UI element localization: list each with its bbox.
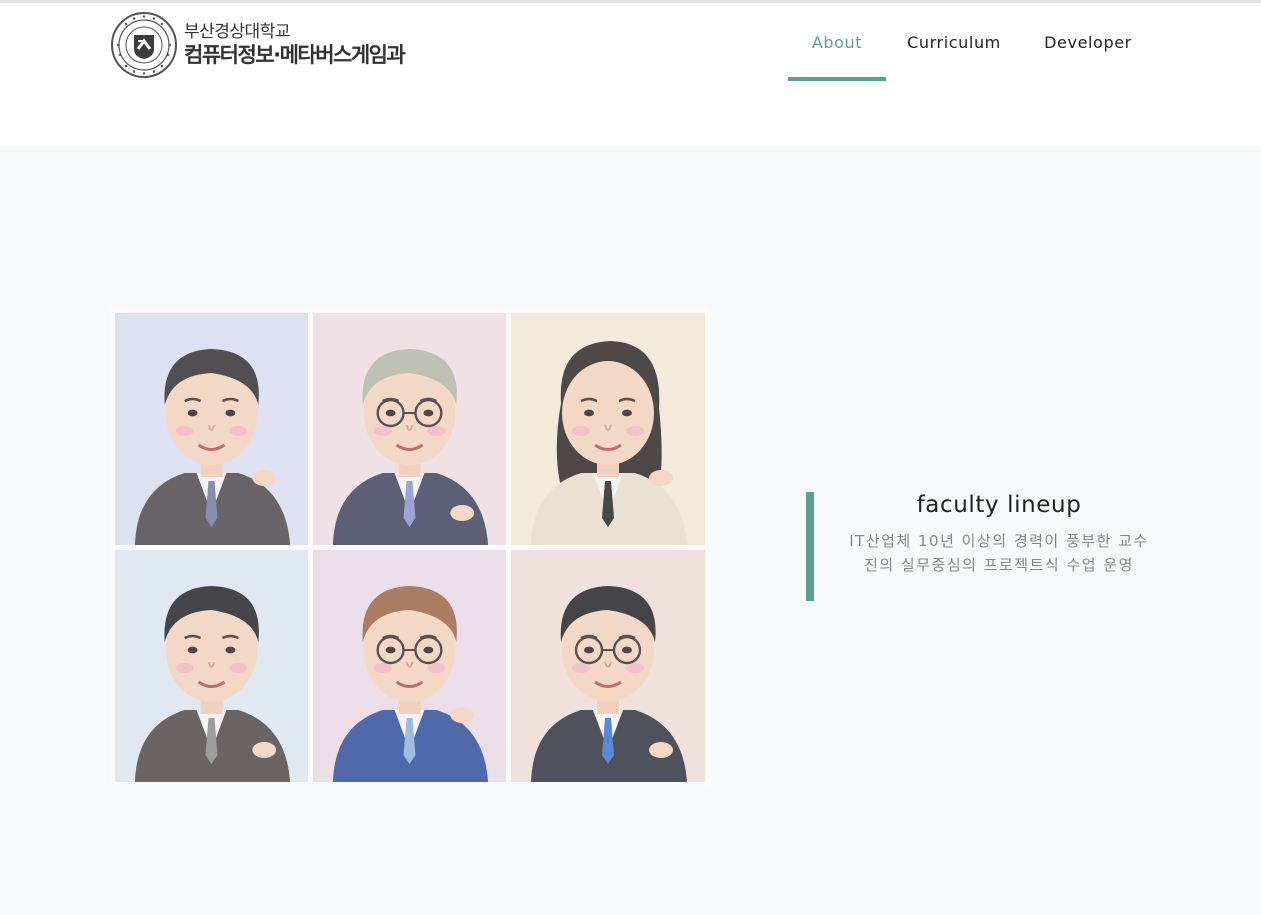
- college-seal-icon: [111, 12, 177, 78]
- faculty-portrait: [115, 313, 308, 545]
- nav-developer[interactable]: Developer: [1022, 3, 1154, 81]
- faculty-section: faculty lineup IT산업체 10년 이상의 경력이 풍부한 교수진…: [0, 146, 1261, 915]
- caricature-image: [313, 313, 506, 545]
- faculty-collage: [110, 308, 710, 786]
- faculty-portrait: [313, 550, 506, 782]
- faculty-portrait: [511, 313, 705, 545]
- site-logo[interactable]: 부산경상대학교 컴퓨터정보·메타버스게임과: [110, 11, 406, 79]
- faculty-portrait: [115, 550, 308, 782]
- accent-bar: [806, 492, 814, 601]
- faculty-portrait: [313, 313, 506, 545]
- faculty-info: faculty lineup IT산업체 10년 이상의 경력이 풍부한 교수진…: [806, 492, 1147, 601]
- nav-curriculum[interactable]: Curriculum: [886, 3, 1022, 81]
- nav-about[interactable]: About: [788, 3, 886, 81]
- site-header: 부산경상대학교 컴퓨터정보·메타버스게임과 About Curriculum D…: [0, 3, 1261, 146]
- main-nav: About Curriculum Developer: [788, 3, 1154, 81]
- caricature-image: [511, 313, 705, 545]
- faculty-description: IT산업체 10년 이상의 경력이 풍부한 교수진의 실무중심의 프로젝트식 수…: [849, 532, 1149, 574]
- caricature-image: [115, 550, 308, 782]
- university-name: 부산경상대학교: [184, 22, 290, 42]
- faculty-portrait: [511, 550, 705, 782]
- caricature-image: [313, 550, 506, 782]
- department-name: 컴퓨터정보·메타버스게임과: [184, 43, 406, 67]
- caricature-image: [115, 313, 308, 545]
- faculty-title: faculty lineup: [916, 492, 1082, 518]
- caricature-image: [511, 550, 705, 782]
